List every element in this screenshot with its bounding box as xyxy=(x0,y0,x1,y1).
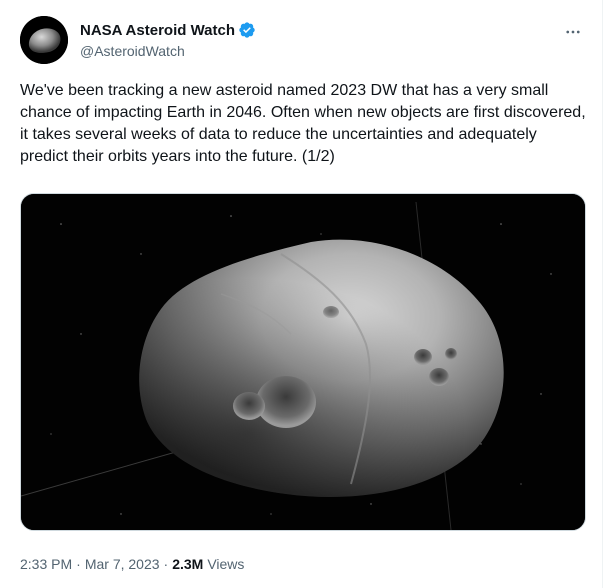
display-name-row: NASA Asteroid Watch xyxy=(80,21,256,39)
meta-separator-2: · xyxy=(163,556,169,572)
tweet-text: We've been tracking a new asteroid named… xyxy=(20,82,586,165)
user-handle[interactable]: @AsteroidWatch xyxy=(80,43,256,59)
tweet-date[interactable]: Mar 7, 2023 xyxy=(85,556,160,572)
asteroid-avatar-icon xyxy=(20,16,68,64)
display-name[interactable]: NASA Asteroid Watch xyxy=(80,22,235,39)
tweet-card: NASA Asteroid Watch @AsteroidWatch We've… xyxy=(0,0,603,588)
author-info: NASA Asteroid Watch @AsteroidWatch xyxy=(80,21,256,59)
meta-separator: · xyxy=(76,556,81,572)
tweet-header: NASA Asteroid Watch @AsteroidWatch xyxy=(20,16,585,64)
tweet-meta: 2:33 PM · Mar 7, 2023 · 2.3M Views xyxy=(20,556,244,572)
more-horizontal-icon xyxy=(566,30,580,34)
more-options-button[interactable] xyxy=(561,20,585,44)
verified-badge-icon xyxy=(239,22,255,38)
avatar[interactable] xyxy=(20,16,68,64)
tweet-media[interactable] xyxy=(20,193,586,531)
views-label: Views xyxy=(207,556,245,572)
views-count: 2.3M xyxy=(172,556,204,572)
asteroid-image xyxy=(21,194,585,530)
tweet-time[interactable]: 2:33 PM xyxy=(20,556,72,572)
